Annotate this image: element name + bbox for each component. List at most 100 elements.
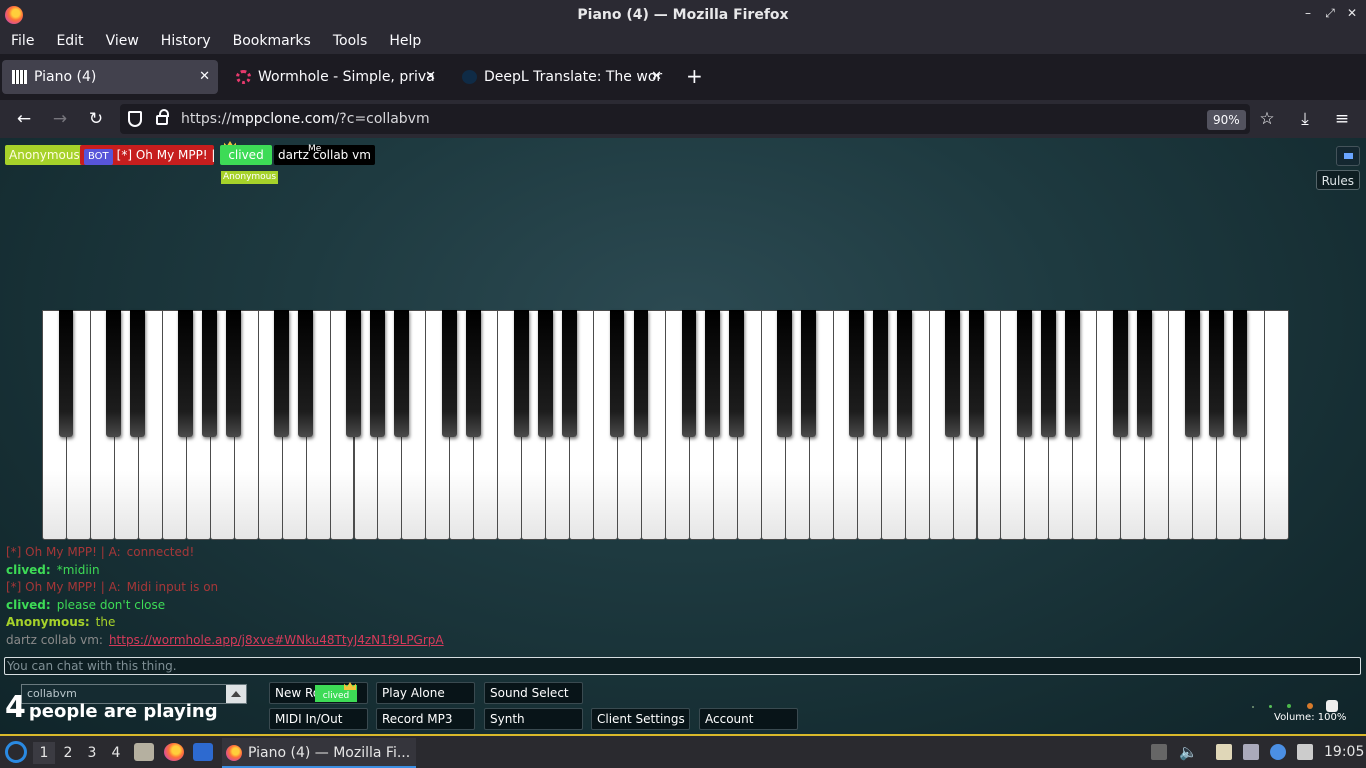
back-arrow-icon[interactable]: ←	[12, 107, 36, 131]
volume-icon[interactable]: 🔈	[1179, 744, 1198, 760]
menu-view[interactable]: View	[95, 30, 150, 54]
piano-black-key[interactable]	[1136, 310, 1152, 437]
tab-piano[interactable]: Piano (4) ✕	[2, 60, 218, 94]
piano-black-key[interactable]	[1112, 310, 1128, 437]
piano-black-key[interactable]	[1184, 310, 1200, 437]
piano-black-key[interactable]	[849, 310, 865, 437]
desktop-icon[interactable]	[193, 743, 213, 761]
chat-input[interactable]: You can chat with this thing.	[4, 657, 1361, 675]
piano-black-key[interactable]	[705, 310, 721, 437]
piano-black-key[interactable]	[298, 310, 313, 437]
piano-black-key[interactable]	[561, 310, 577, 437]
account-button[interactable]: Account	[699, 708, 798, 730]
piano-black-key[interactable]	[178, 310, 194, 437]
piano-black-key[interactable]	[1016, 310, 1032, 437]
piano-black-key[interactable]	[609, 310, 625, 437]
taskbar-window-firefox[interactable]: Piano (4) — Mozilla Fi...	[222, 738, 416, 768]
maximize-button[interactable]: ⤢	[1324, 6, 1336, 21]
participant-dartz[interactable]: dartz collab vm	[274, 145, 375, 165]
tab-wormhole[interactable]: Wormhole - Simple, priva ✕	[226, 60, 444, 94]
screenshot-icon[interactable]	[1297, 744, 1313, 760]
network-icon[interactable]	[1243, 744, 1259, 760]
piano-black-key[interactable]	[1208, 310, 1224, 437]
workspace-2[interactable]: 2	[57, 742, 79, 764]
piano-black-key[interactable]	[393, 310, 409, 437]
piano-black-key[interactable]	[633, 310, 649, 437]
piano-black-key[interactable]	[513, 310, 529, 437]
piano-black-key[interactable]	[202, 310, 218, 437]
tracking-shield-icon[interactable]	[128, 111, 142, 127]
piano-black-key[interactable]	[537, 310, 553, 437]
workspace-1[interactable]: 1	[33, 742, 55, 764]
close-tab-icon[interactable]: ✕	[199, 60, 210, 94]
piano-black-key[interactable]	[681, 310, 697, 437]
close-window-button[interactable]: ✕	[1346, 6, 1358, 21]
midi-in-out-button[interactable]: MIDI In/Out	[269, 708, 368, 730]
chat-link[interactable]: https://wormhole.app/j8xve#WNku48TtyJ4zN…	[109, 633, 444, 647]
participant-anonymous[interactable]: Anonymous	[5, 145, 84, 165]
zoom-level-badge[interactable]: 90%	[1207, 110, 1246, 130]
file-manager-icon[interactable]	[134, 743, 154, 761]
close-tab-icon[interactable]: ✕	[425, 60, 436, 94]
hamburger-menu-icon[interactable]: ≡	[1330, 107, 1354, 131]
sound-select-button[interactable]: Sound Select	[484, 682, 583, 704]
piano-black-key[interactable]	[945, 310, 960, 437]
chat-message: dartz collab vm: https://wormhole.app/j8x…	[6, 632, 444, 647]
close-tab-icon[interactable]: ✕	[651, 60, 662, 94]
tray-device-icon[interactable]	[1151, 744, 1167, 760]
participant-bot[interactable]: BOT[*] Oh My MPP! | A	[80, 145, 214, 165]
reload-icon[interactable]: ↻	[84, 107, 108, 131]
piano-keyboard[interactable]	[42, 310, 1289, 540]
downloads-icon[interactable]: ⤓	[1293, 107, 1317, 131]
piano-black-key[interactable]	[274, 310, 290, 437]
piano-black-key[interactable]	[1064, 310, 1080, 437]
piano-black-key[interactable]	[441, 310, 457, 437]
piano-black-key[interactable]	[969, 310, 984, 437]
chat-log: [*] Oh My MPP! | A: connected! clived: *mi…	[6, 544, 444, 650]
piano-black-key[interactable]	[370, 310, 385, 437]
synth-button[interactable]: Synth	[484, 708, 583, 730]
piano-black-key[interactable]	[106, 310, 122, 437]
clipboard-icon[interactable]	[1216, 744, 1232, 760]
language-flag-icon[interactable]	[1336, 146, 1360, 166]
piano-black-key[interactable]	[873, 310, 889, 437]
piano-black-key[interactable]	[801, 310, 817, 437]
minimize-button[interactable]: –	[1302, 6, 1314, 21]
piano-black-key[interactable]	[58, 310, 74, 437]
menu-history[interactable]: History	[150, 30, 222, 54]
firefox-launcher-icon[interactable]	[164, 743, 184, 761]
piano-black-key[interactable]	[777, 310, 793, 437]
menu-tools[interactable]: Tools	[322, 30, 379, 54]
chevron-up-icon[interactable]	[226, 685, 246, 703]
piano-white-key[interactable]	[1264, 310, 1289, 540]
record-mp3-button[interactable]: Record MP3	[376, 708, 475, 730]
participant-clived[interactable]: clived	[220, 145, 272, 165]
play-alone-button[interactable]: Play Alone	[376, 682, 475, 704]
piano-black-key[interactable]	[346, 310, 361, 437]
address-bar[interactable]: https://mppclone.com/?c=collabvm 90%	[120, 104, 1250, 134]
menu-bookmarks[interactable]: Bookmarks	[222, 30, 322, 54]
menu-edit[interactable]: Edit	[45, 30, 94, 54]
piano-black-key[interactable]	[226, 310, 242, 437]
lock-icon[interactable]	[156, 109, 169, 125]
forward-arrow-icon[interactable]: →	[48, 107, 72, 131]
piano-black-key[interactable]	[729, 310, 745, 437]
notification-icon[interactable]	[1270, 744, 1286, 760]
rules-button[interactable]: Rules	[1315, 170, 1360, 190]
piano-black-key[interactable]	[897, 310, 913, 437]
menu-help[interactable]: Help	[378, 30, 432, 54]
piano-black-key[interactable]	[1040, 310, 1056, 437]
menu-file[interactable]: File	[0, 30, 45, 54]
new-tab-plus-icon[interactable]: +	[686, 64, 703, 88]
workspace-4[interactable]: 4	[105, 742, 127, 764]
piano-black-key[interactable]	[130, 310, 146, 437]
tab-deepl[interactable]: DeepL Translate: The wor ✕	[452, 60, 670, 94]
client-settings-button[interactable]: Client Settings	[591, 708, 690, 730]
workspace-3[interactable]: 3	[81, 742, 103, 764]
url-text[interactable]: https://mppclone.com/?c=collabvm	[181, 104, 430, 134]
piano-black-key[interactable]	[1232, 310, 1248, 437]
piano-black-key[interactable]	[465, 310, 481, 437]
volume-knob[interactable]	[1326, 700, 1338, 712]
start-menu-icon[interactable]	[5, 741, 27, 763]
bookmark-star-icon[interactable]: ☆	[1255, 107, 1279, 131]
